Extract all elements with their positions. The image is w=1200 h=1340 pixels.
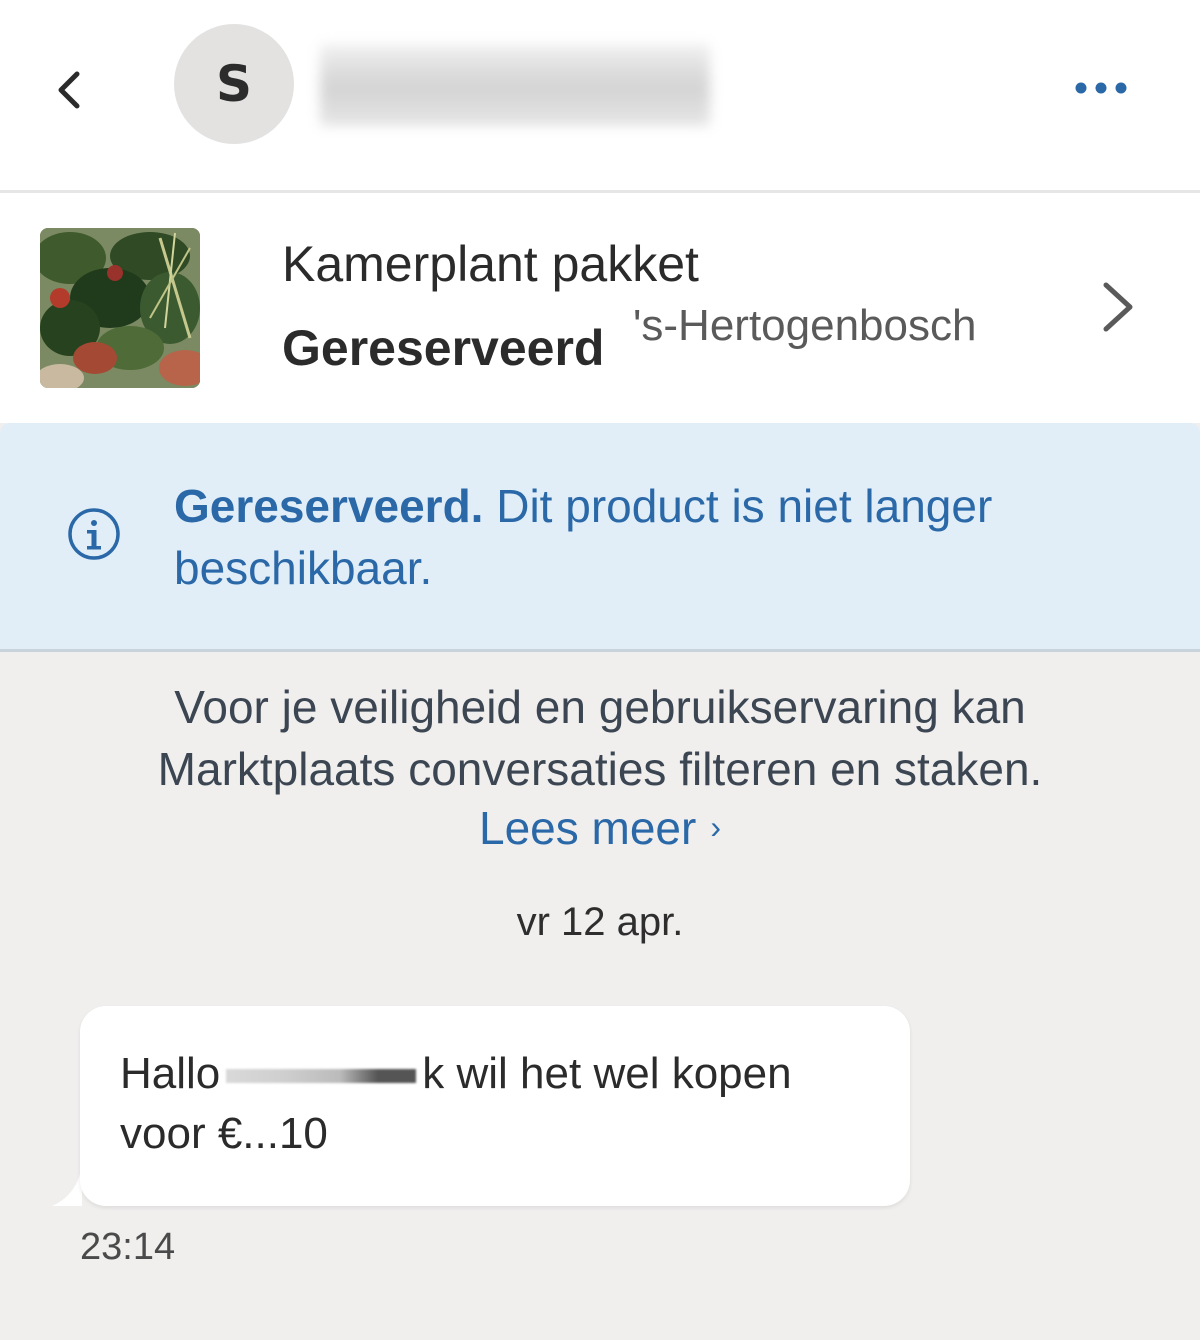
message-bubble[interactable]: Hallo k wil het wel kopen voor €...10	[80, 1006, 910, 1206]
info-icon	[68, 508, 120, 560]
message-text-line2: voor €...10	[120, 1109, 328, 1158]
info-banner-bold: Gereserveerd.	[174, 480, 484, 532]
listing-status: Gereserveerd	[282, 320, 605, 376]
listing-location: 's-Hertogenbosch	[633, 301, 977, 350]
safety-notice: Voor je veiligheid en gebruikservaring k…	[0, 676, 1200, 800]
listing-title: Kamerplant pakket	[282, 236, 699, 292]
chevron-left-icon	[58, 71, 80, 109]
read-more-link[interactable]: Lees meer ›	[0, 796, 1200, 859]
more-options-button[interactable]	[1066, 66, 1136, 110]
conversation-header: S	[0, 0, 1200, 193]
listing-thumbnail	[40, 228, 200, 388]
info-banner-text: Gereserveerd. Dit product is niet langer…	[174, 475, 1134, 599]
back-button[interactable]	[40, 60, 96, 120]
avatar[interactable]: S	[174, 24, 294, 144]
redacted-name	[226, 1069, 417, 1084]
message-text-start: Hallo	[120, 1049, 221, 1098]
safety-notice-line1: Voor je veiligheid en gebruikservaring k…	[174, 681, 1026, 733]
message-timestamp: 23:14	[80, 1226, 176, 1268]
contact-name-redacted	[320, 44, 710, 126]
read-more-label: Lees meer	[479, 802, 697, 854]
message-text-end: k wil het wel kopen	[422, 1049, 792, 1098]
more-horizontal-icon	[1075, 82, 1127, 94]
safety-notice-line2: Marktplaats conversaties filteren en sta…	[157, 743, 1043, 795]
listing-summary[interactable]: Kamerplant pakket Gereserveerd 's-Hertog…	[0, 193, 1200, 423]
reserved-info-banner: Gereserveerd. Dit product is niet langer…	[0, 423, 1200, 652]
date-separator: vr 12 apr.	[516, 900, 684, 944]
chevron-right-icon	[1103, 282, 1133, 332]
message-text: Hallo k wil het wel kopen voor €...10	[120, 1044, 890, 1164]
chevron-right-small-icon: ›	[710, 809, 721, 845]
